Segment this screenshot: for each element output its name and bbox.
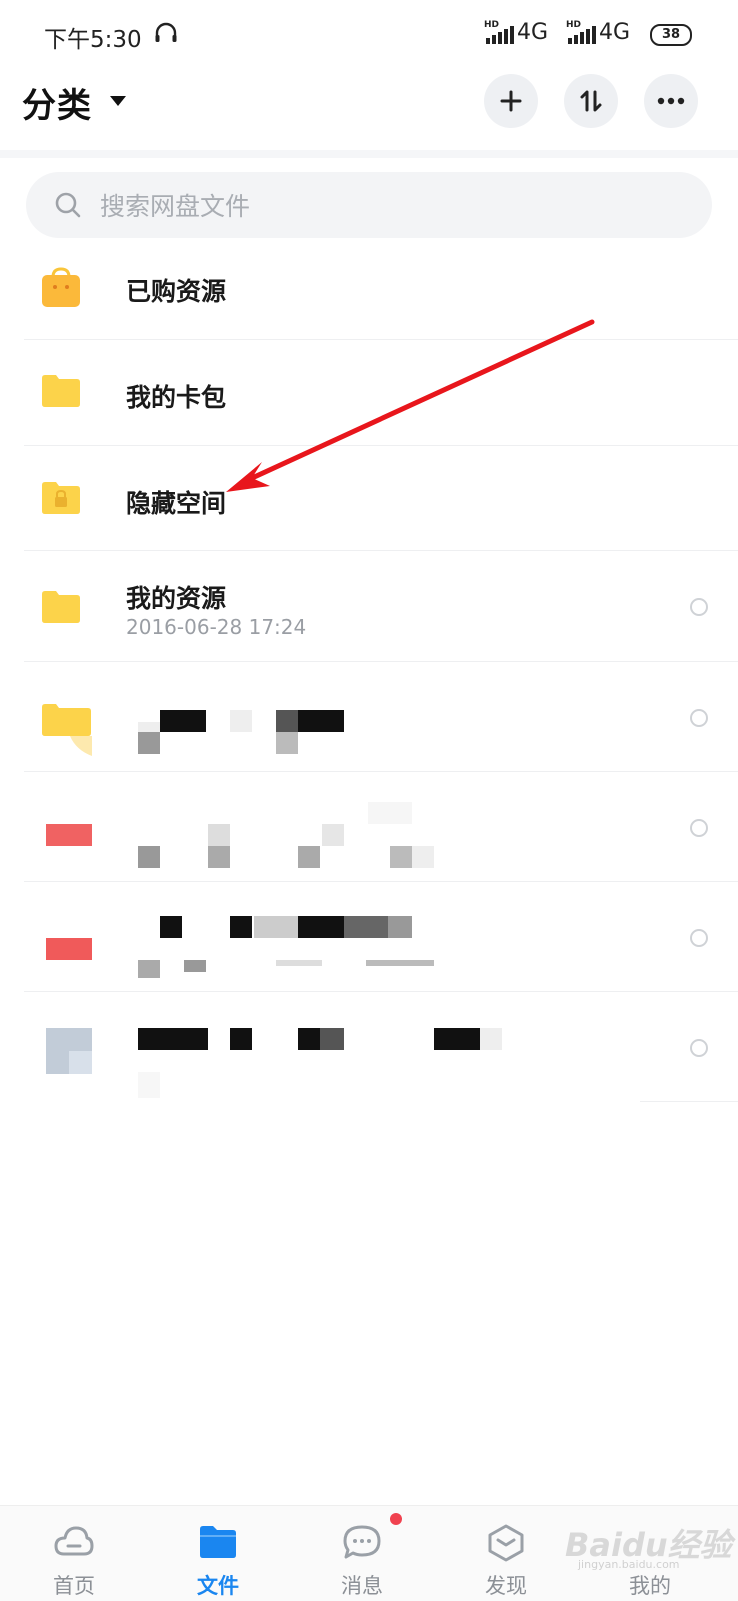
redacted-block (276, 732, 298, 754)
redacted-block (344, 916, 388, 938)
redacted-block (138, 732, 160, 754)
divider (640, 1101, 738, 1102)
chat-icon (343, 1525, 381, 1559)
folder-icon (42, 591, 80, 623)
folder-icon (200, 1526, 236, 1558)
redacted-block (184, 960, 206, 972)
tab-home[interactable]: 首页 (14, 1506, 134, 1601)
locked-folder-icon (42, 482, 80, 514)
item-date: 2016-06-28 17:24 (126, 615, 307, 639)
transfer-icon (580, 90, 602, 112)
tab-label: 首页 (53, 1574, 95, 1598)
select-radio[interactable] (690, 929, 708, 947)
caret-down-icon[interactable] (110, 96, 126, 106)
more-button[interactable] (644, 74, 698, 128)
redacted-block (230, 710, 252, 732)
redacted-block (298, 846, 320, 868)
redacted-block (480, 1028, 502, 1050)
redacted-block (138, 1072, 160, 1098)
tab-label: 发现 (485, 1574, 527, 1598)
more-icon (657, 97, 685, 105)
redacted-block (208, 824, 230, 846)
redacted-block (388, 916, 412, 938)
redacted-block (276, 960, 322, 966)
watermark-sub: jingyan.baidu.com (578, 1558, 680, 1571)
redacted-block (160, 916, 182, 938)
redacted-block (138, 960, 160, 978)
search-input[interactable] (98, 172, 682, 240)
redacted-block (230, 1028, 252, 1050)
list-item-blurred-4[interactable] (0, 992, 738, 1102)
file-thumbnail-icon (46, 824, 92, 846)
item-name: 我的卡包 (126, 383, 227, 412)
page-title[interactable]: 分类 (22, 78, 92, 127)
search-bar[interactable] (26, 172, 712, 240)
network-type-1: 4G (517, 20, 549, 45)
folder-icon (42, 704, 92, 756)
tab-label: 文件 (197, 1574, 239, 1598)
add-button[interactable] (484, 74, 538, 128)
list-item-hidden-space[interactable]: 隐藏空间 (0, 446, 738, 550)
tab-discover[interactable]: 发现 (446, 1506, 566, 1601)
shopping-bag-folder-icon (42, 267, 80, 307)
tab-label: 消息 (341, 1574, 383, 1598)
redacted-block (138, 722, 160, 732)
list-item-blurred-1[interactable] (0, 662, 738, 772)
list-item-blurred-3[interactable] (0, 882, 738, 992)
headset-icon (155, 22, 177, 42)
status-time: 下午5:30 (44, 27, 142, 53)
header-divider (0, 150, 738, 158)
redacted-block (276, 710, 298, 732)
list-item-card-wallet[interactable]: 我的卡包 (0, 340, 738, 445)
cloud-icon (54, 1526, 94, 1556)
tab-files[interactable]: 文件 (158, 1506, 278, 1601)
redacted-block (366, 960, 434, 966)
transfer-button[interactable] (564, 74, 618, 128)
redacted-block (298, 916, 344, 938)
redacted-block (160, 710, 206, 732)
select-radio[interactable] (690, 1039, 708, 1057)
notification-badge (390, 1513, 402, 1525)
select-radio[interactable] (690, 598, 708, 616)
redacted-block (298, 710, 344, 732)
tab-messages[interactable]: 消息 (302, 1506, 422, 1601)
plus-icon (500, 90, 522, 112)
list-item-my-resources[interactable]: 我的资源 2016-06-28 17:24 (0, 551, 738, 661)
redacted-block (320, 1028, 344, 1050)
redacted-block (298, 1028, 320, 1050)
redacted-block (230, 916, 252, 938)
redacted-block (138, 1028, 208, 1050)
discover-icon (488, 1524, 524, 1562)
redacted-block (208, 846, 230, 868)
redacted-block (254, 916, 298, 938)
select-radio[interactable] (690, 819, 708, 837)
image-thumbnail-part (69, 1051, 92, 1074)
status-bar: 下午5:30 HD 4G HD 4G 38 (0, 0, 738, 70)
signal-icon-1 (486, 26, 514, 44)
signal-icon-2 (568, 26, 596, 44)
redacted-block (368, 802, 412, 824)
file-thumbnail-icon (46, 938, 92, 960)
redacted-block (434, 1028, 480, 1050)
item-name: 我的资源 (126, 584, 227, 613)
search-icon (55, 192, 81, 218)
redacted-block (138, 846, 160, 868)
list-item-blurred-2[interactable] (0, 772, 738, 882)
folder-icon (42, 375, 80, 407)
list-item-purchased[interactable]: 已购资源 (0, 240, 738, 340)
tab-label: 我的 (629, 1574, 671, 1598)
redacted-block (322, 824, 344, 846)
network-type-2: 4G (599, 20, 631, 45)
item-name: 已购资源 (126, 277, 227, 306)
item-name: 隐藏空间 (126, 489, 227, 518)
redacted-block (412, 846, 434, 868)
battery-indicator: 38 (650, 24, 692, 46)
redacted-block (390, 846, 412, 868)
select-radio[interactable] (690, 709, 708, 727)
